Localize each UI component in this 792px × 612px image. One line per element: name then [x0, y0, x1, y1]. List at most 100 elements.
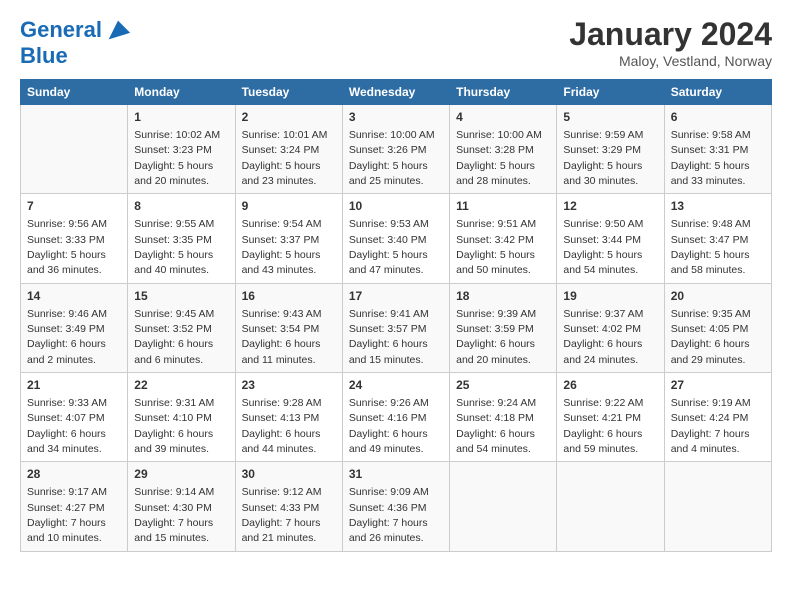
day-header: Tuesday — [235, 80, 342, 105]
day-cell — [664, 462, 771, 551]
logo-icon — [104, 16, 132, 44]
cell-sunrise: Sunrise: 9:22 AMSunset: 4:21 PMDaylight:… — [563, 397, 643, 455]
main-title: January 2024 — [569, 16, 772, 53]
cell-date: 29 — [134, 466, 228, 483]
day-cell: 19 Sunrise: 9:37 AMSunset: 4:02 PMDayligh… — [557, 283, 664, 372]
day-cell: 16 Sunrise: 9:43 AMSunset: 3:54 PMDayligh… — [235, 283, 342, 372]
day-cell: 9 Sunrise: 9:54 AMSunset: 3:37 PMDaylight… — [235, 194, 342, 283]
day-cell: 20 Sunrise: 9:35 AMSunset: 4:05 PMDayligh… — [664, 283, 771, 372]
header: General Blue January 2024 Maloy, Vestlan… — [20, 16, 772, 69]
cell-sunrise: Sunrise: 10:02 AMSunset: 3:23 PMDaylight… — [134, 129, 220, 187]
cell-sunrise: Sunrise: 9:12 AMSunset: 4:33 PMDaylight:… — [242, 486, 322, 544]
week-row: 21 Sunrise: 9:33 AMSunset: 4:07 PMDayligh… — [21, 373, 772, 462]
day-header: Monday — [128, 80, 235, 105]
day-cell: 23 Sunrise: 9:28 AMSunset: 4:13 PMDayligh… — [235, 373, 342, 462]
cell-sunrise: Sunrise: 9:14 AMSunset: 4:30 PMDaylight:… — [134, 486, 214, 544]
day-header: Wednesday — [342, 80, 449, 105]
cell-sunrise: Sunrise: 9:35 AMSunset: 4:05 PMDaylight:… — [671, 308, 751, 366]
day-cell: 8 Sunrise: 9:55 AMSunset: 3:35 PMDaylight… — [128, 194, 235, 283]
day-cell: 15 Sunrise: 9:45 AMSunset: 3:52 PMDayligh… — [128, 283, 235, 372]
cell-date: 24 — [349, 377, 443, 394]
day-cell: 18Sunrise: 9:39 AMSunset: 3:59 PMDayligh… — [450, 283, 557, 372]
subtitle: Maloy, Vestland, Norway — [569, 53, 772, 69]
cell-sunrise: Sunrise: 9:51 AMSunset: 3:42 PMDaylight:… — [456, 218, 536, 276]
cell-sunrise: Sunrise: 9:58 AMSunset: 3:31 PMDaylight:… — [671, 129, 751, 187]
cell-sunrise: Sunrise: 9:56 AMSunset: 3:33 PMDaylight:… — [27, 218, 107, 276]
cell-date: 30 — [242, 466, 336, 483]
day-cell: 6Sunrise: 9:58 AMSunset: 3:31 PMDaylight… — [664, 105, 771, 194]
cell-date: 8 — [134, 198, 228, 215]
cell-date: 15 — [134, 288, 228, 305]
week-row: 28 Sunrise: 9:17 AMSunset: 4:27 PMDayligh… — [21, 462, 772, 551]
cell-date: 27 — [671, 377, 765, 394]
calendar-table: SundayMondayTuesdayWednesdayThursdayFrid… — [20, 79, 772, 552]
cell-sunrise: Sunrise: 9:45 AMSunset: 3:52 PMDaylight:… — [134, 308, 214, 366]
cell-sunrise: Sunrise: 9:24 AMSunset: 4:18 PMDaylight:… — [456, 397, 536, 455]
day-header: Friday — [557, 80, 664, 105]
day-cell: 11Sunrise: 9:51 AMSunset: 3:42 PMDayligh… — [450, 194, 557, 283]
cell-sunrise: Sunrise: 9:19 AMSunset: 4:24 PMDaylight:… — [671, 397, 751, 455]
day-header: Saturday — [664, 80, 771, 105]
cell-date: 14 — [27, 288, 121, 305]
cell-date: 5 — [563, 109, 657, 126]
cell-sunrise: Sunrise: 9:43 AMSunset: 3:54 PMDaylight:… — [242, 308, 322, 366]
cell-date: 31 — [349, 466, 443, 483]
cell-sunrise: Sunrise: 9:50 AMSunset: 3:44 PMDaylight:… — [563, 218, 643, 276]
logo-text: General — [20, 18, 102, 42]
day-cell — [557, 462, 664, 551]
day-cell: 22Sunrise: 9:31 AMSunset: 4:10 PMDayligh… — [128, 373, 235, 462]
cell-sunrise: Sunrise: 9:37 AMSunset: 4:02 PMDaylight:… — [563, 308, 643, 366]
day-cell: 31 Sunrise: 9:09 AMSunset: 4:36 PMDayligh… — [342, 462, 449, 551]
cell-date: 17 — [349, 288, 443, 305]
cell-sunrise: Sunrise: 9:31 AMSunset: 4:10 PMDaylight:… — [134, 397, 214, 455]
cell-sunrise: Sunrise: 9:46 AMSunset: 3:49 PMDaylight:… — [27, 308, 107, 366]
cell-date: 26 — [563, 377, 657, 394]
day-cell: 21 Sunrise: 9:33 AMSunset: 4:07 PMDayligh… — [21, 373, 128, 462]
day-cell: 5 Sunrise: 9:59 AMSunset: 3:29 PMDaylight… — [557, 105, 664, 194]
cell-sunrise: Sunrise: 9:09 AMSunset: 4:36 PMDaylight:… — [349, 486, 429, 544]
header-row: SundayMondayTuesdayWednesdayThursdayFrid… — [21, 80, 772, 105]
page: General Blue January 2024 Maloy, Vestlan… — [0, 0, 792, 612]
cell-date: 28 — [27, 466, 121, 483]
day-cell: 1 Sunrise: 10:02 AMSunset: 3:23 PMDayligh… — [128, 105, 235, 194]
day-cell: 12 Sunrise: 9:50 AMSunset: 3:44 PMDayligh… — [557, 194, 664, 283]
cell-date: 19 — [563, 288, 657, 305]
cell-sunrise: Sunrise: 9:41 AMSunset: 3:57 PMDaylight:… — [349, 308, 429, 366]
cell-date: 12 — [563, 198, 657, 215]
cell-date: 20 — [671, 288, 765, 305]
day-cell: 14 Sunrise: 9:46 AMSunset: 3:49 PMDayligh… — [21, 283, 128, 372]
cell-date: 1 — [134, 109, 228, 126]
day-cell: 24 Sunrise: 9:26 AMSunset: 4:16 PMDayligh… — [342, 373, 449, 462]
cell-sunrise: Sunrise: 9:26 AMSunset: 4:16 PMDaylight:… — [349, 397, 429, 455]
day-cell: 25Sunrise: 9:24 AMSunset: 4:18 PMDayligh… — [450, 373, 557, 462]
day-cell: 13Sunrise: 9:48 AMSunset: 3:47 PMDayligh… — [664, 194, 771, 283]
day-cell: 30 Sunrise: 9:12 AMSunset: 4:33 PMDayligh… — [235, 462, 342, 551]
day-cell — [450, 462, 557, 551]
week-row: 1 Sunrise: 10:02 AMSunset: 3:23 PMDayligh… — [21, 105, 772, 194]
cell-date: 13 — [671, 198, 765, 215]
cell-date: 18 — [456, 288, 550, 305]
cell-sunrise: Sunrise: 9:33 AMSunset: 4:07 PMDaylight:… — [27, 397, 107, 455]
day-cell: 29 Sunrise: 9:14 AMSunset: 4:30 PMDayligh… — [128, 462, 235, 551]
cell-sunrise: Sunrise: 9:59 AMSunset: 3:29 PMDaylight:… — [563, 129, 643, 187]
cell-date: 9 — [242, 198, 336, 215]
cell-sunrise: Sunrise: 9:55 AMSunset: 3:35 PMDaylight:… — [134, 218, 214, 276]
cell-date: 4 — [456, 109, 550, 126]
day-header: Sunday — [21, 80, 128, 105]
cell-date: 7 — [27, 198, 121, 215]
day-cell: 10Sunrise: 9:53 AMSunset: 3:40 PMDayligh… — [342, 194, 449, 283]
cell-date: 16 — [242, 288, 336, 305]
day-header: Thursday — [450, 80, 557, 105]
cell-sunrise: Sunrise: 10:01 AMSunset: 3:24 PMDaylight… — [242, 129, 328, 187]
cell-sunrise: Sunrise: 9:53 AMSunset: 3:40 PMDaylight:… — [349, 218, 429, 276]
title-block: January 2024 Maloy, Vestland, Norway — [569, 16, 772, 69]
cell-date: 23 — [242, 377, 336, 394]
cell-sunrise: Sunrise: 9:17 AMSunset: 4:27 PMDaylight:… — [27, 486, 107, 544]
cell-sunrise: Sunrise: 10:00 AMSunset: 3:26 PMDaylight… — [349, 129, 435, 187]
cell-sunrise: Sunrise: 9:28 AMSunset: 4:13 PMDaylight:… — [242, 397, 322, 455]
cell-sunrise: Sunrise: 10:00 AMSunset: 3:28 PMDaylight… — [456, 129, 542, 187]
cell-date: 2 — [242, 109, 336, 126]
cell-date: 21 — [27, 377, 121, 394]
week-row: 14 Sunrise: 9:46 AMSunset: 3:49 PMDayligh… — [21, 283, 772, 372]
cell-sunrise: Sunrise: 9:54 AMSunset: 3:37 PMDaylight:… — [242, 218, 322, 276]
